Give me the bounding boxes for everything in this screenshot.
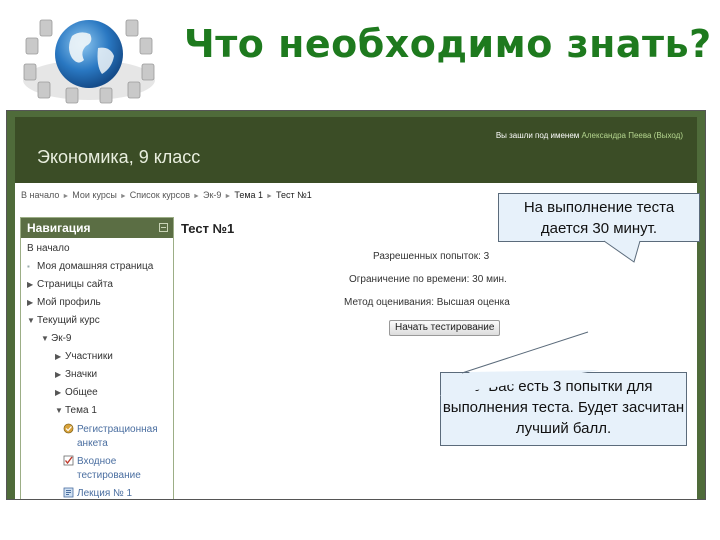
collapsed-arrow-icon: ▶	[55, 352, 62, 361]
nav-item-lecture-1[interactable]: Лекция № 1	[63, 487, 169, 499]
attempts-callout: У Вас есть 3 попытки для выполнения тест…	[440, 372, 687, 446]
course-title: Экономика, 9 класс	[37, 147, 201, 167]
collapsed-arrow-icon: ▶	[27, 298, 34, 307]
nav-item-dashboard[interactable]: ▪ Моя домашняя страница	[27, 261, 153, 272]
nav-item-label: Общее	[65, 387, 98, 398]
time-limit-callout: На выполнение теста дается 30 минут.	[498, 193, 700, 242]
breadcrumb-quiz: Тест №1	[275, 190, 312, 200]
nav-item-label: Текущий курс	[37, 315, 100, 326]
navigation-block: Навигация В начало ▪ Моя домашняя страниц…	[20, 217, 174, 499]
nav-item-registration-form[interactable]: Регистрационная анкета	[63, 423, 169, 451]
collapsed-arrow-icon: ▶	[55, 370, 62, 379]
quiz-grading-method: Метод оценивания: Высшая оценка	[344, 297, 510, 308]
nav-item-participants[interactable]: ▶ Участники	[55, 351, 113, 362]
nav-item-label: Моя домашняя страница	[37, 261, 154, 272]
lesson-icon	[63, 487, 74, 498]
nav-item-general[interactable]: ▶ Общее	[55, 387, 98, 398]
breadcrumb-separator-icon: ►	[119, 193, 127, 200]
nav-item-site-pages[interactable]: ▶ Страницы сайта	[27, 279, 113, 290]
globe-network-logo	[23, 19, 155, 104]
collapsed-arrow-icon: ▶	[27, 280, 34, 289]
breadcrumb-course-list[interactable]: Список курсов	[130, 190, 190, 200]
nav-item-my-profile[interactable]: ▶ Мой профиль	[27, 297, 101, 308]
nav-item-topic-1[interactable]: ▼ Тема 1	[55, 405, 97, 416]
nav-item-home[interactable]: В начало	[27, 243, 70, 254]
breadcrumb-separator-icon: ►	[224, 193, 232, 200]
expanded-arrow-icon: ▼	[41, 334, 49, 343]
quiz-attempts: Разрешенных попыток: 3	[373, 251, 490, 262]
quiz-icon	[63, 455, 74, 466]
nav-item-label: Лекция № 1	[77, 488, 133, 499]
nav-item-label: Страницы сайта	[37, 279, 113, 290]
breadcrumb-my-courses[interactable]: Мои курсы	[72, 190, 117, 200]
breadcrumb: В начало ► Мои курсы ► Список курсов ► Эк-9 ► Те…	[21, 190, 312, 200]
nav-item-current-course[interactable]: ▼ Текущий курс	[27, 315, 100, 326]
breadcrumb-separator-icon: ►	[62, 193, 70, 200]
breadcrumb-topic[interactable]: Тема 1	[234, 190, 263, 200]
slide-title: Что необходимо знать?	[184, 22, 712, 66]
nav-item-entry-test[interactable]: Входное тестирование	[63, 455, 169, 483]
nav-item-label: Входное тестирование	[77, 456, 141, 481]
navigation-header: Навигация	[21, 218, 173, 238]
nav-item-label: Участники	[65, 351, 113, 362]
quiz-time-limit: Ограничение по времени: 30 мин.	[349, 274, 507, 285]
breadcrumb-home[interactable]: В начало	[21, 190, 59, 200]
user-link[interactable]: Александра Пеева	[582, 131, 652, 140]
collapsed-arrow-icon: ▶	[55, 388, 62, 397]
breadcrumb-separator-icon: ►	[266, 193, 273, 200]
login-info: Вы зашли под именем Александра Пеева (Вы…	[496, 131, 683, 140]
bullet-icon: ▪	[27, 262, 30, 271]
nav-item-badges[interactable]: ▶ Значки	[55, 369, 97, 380]
breadcrumb-course[interactable]: Эк-9	[203, 190, 221, 200]
login-prefix: Вы зашли под именем	[495, 131, 580, 140]
expanded-arrow-icon: ▼	[55, 406, 63, 415]
nav-item-label: Эк-9	[51, 333, 72, 344]
logout-link[interactable]: (Выход)	[654, 131, 683, 140]
nav-item-label: Значки	[65, 369, 98, 380]
nav-item-course-ek9[interactable]: ▼ Эк-9	[41, 333, 71, 344]
nav-item-label: Тема 1	[65, 405, 97, 416]
nav-item-label: В начало	[27, 243, 70, 254]
collapse-block-icon[interactable]	[159, 223, 168, 232]
expanded-arrow-icon: ▼	[27, 316, 35, 325]
nav-item-label: Мой профиль	[37, 297, 101, 308]
feedback-icon	[63, 423, 74, 434]
breadcrumb-separator-icon: ►	[193, 193, 200, 200]
site-header: Экономика, 9 класс Вы зашли под именем А…	[15, 117, 697, 183]
navigation-header-label: Навигация	[27, 221, 91, 235]
quiz-title: Тест №1	[181, 221, 235, 236]
nav-item-label: Регистрационная анкета	[77, 424, 158, 449]
start-quiz-button[interactable]: Начать тестирование	[389, 320, 501, 336]
